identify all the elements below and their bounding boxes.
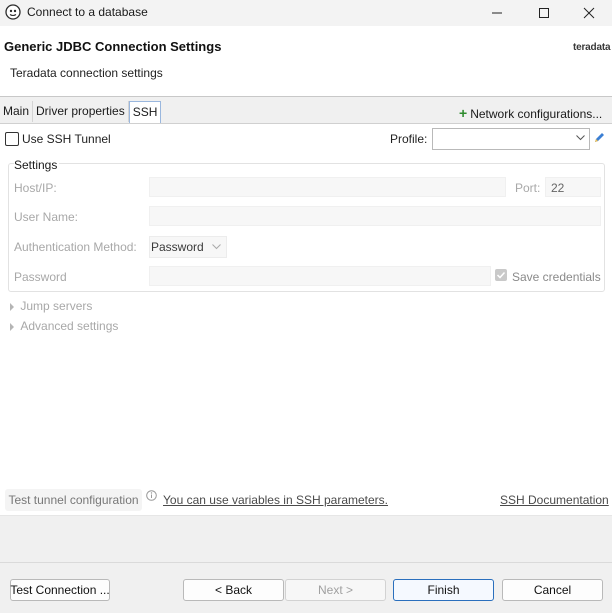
window-title: Connect to a database — [27, 5, 148, 19]
tab-main[interactable]: Main — [0, 101, 34, 122]
dialog-header — [0, 26, 612, 96]
chevron-down-icon — [212, 244, 221, 250]
port-value: 22 — [551, 181, 565, 195]
use-ssh-tunnel-checkbox[interactable] — [5, 132, 19, 146]
jump-servers-expander[interactable]: Jump servers — [10, 299, 92, 313]
user-name-input[interactable] — [149, 206, 601, 226]
password-input[interactable] — [149, 266, 491, 286]
tab-bar: Main Driver properties SSH — [0, 101, 162, 124]
plus-icon: + — [459, 105, 468, 121]
panel-divider — [0, 515, 612, 516]
auth-method-label: Authentication Method: — [14, 240, 137, 254]
host-label: Host/IP: — [14, 181, 57, 195]
finish-button[interactable]: Finish — [393, 579, 494, 601]
chevron-right-icon — [10, 322, 14, 331]
network-configurations-link[interactable]: + Network configurations... — [459, 105, 602, 121]
close-button[interactable] — [566, 0, 612, 26]
save-credentials-checkbox[interactable] — [495, 269, 507, 281]
host-input[interactable] — [149, 177, 506, 197]
network-configurations-label: Network configurations... — [470, 107, 603, 121]
settings-group-title: Settings — [14, 158, 60, 172]
dialog-subtitle: Teradata connection settings — [10, 66, 163, 80]
chevron-right-icon — [10, 302, 14, 311]
close-icon — [583, 7, 595, 19]
pencil-icon[interactable] — [593, 131, 605, 145]
maximize-icon — [539, 8, 549, 18]
back-button[interactable]: < Back — [183, 579, 284, 601]
user-name-label: User Name: — [14, 210, 79, 224]
advanced-settings-expander[interactable]: Advanced settings — [10, 319, 118, 333]
cancel-button[interactable]: Cancel — [502, 579, 603, 601]
dialog-title: Generic JDBC Connection Settings — [4, 39, 222, 54]
next-button[interactable]: Next > — [285, 579, 386, 601]
ssh-documentation-link[interactable]: SSH Documentation — [500, 493, 609, 507]
auth-method-value: Password — [151, 240, 204, 254]
profile-select[interactable] — [432, 128, 590, 150]
minimize-icon — [492, 12, 502, 14]
profile-label: Profile: — [390, 132, 428, 146]
password-label: Password — [14, 270, 67, 284]
use-ssh-tunnel-label: Use SSH Tunnel — [22, 132, 111, 146]
brand-logo: teradata — [573, 42, 611, 53]
test-tunnel-button[interactable]: Test tunnel configuration — [5, 489, 142, 511]
dbeaver-icon — [5, 4, 21, 20]
jump-servers-label: Jump servers — [20, 299, 93, 313]
tab-driver-properties[interactable]: Driver properties — [33, 101, 129, 122]
check-icon — [496, 271, 506, 279]
maximize-button[interactable] — [521, 0, 567, 26]
minimize-button[interactable] — [474, 0, 520, 26]
info-icon — [146, 490, 157, 504]
port-label: Port: — [515, 181, 541, 195]
ssh-variables-link[interactable]: You can use variables in SSH parameters. — [163, 493, 388, 507]
tab-ssh[interactable]: SSH — [128, 101, 162, 124]
save-credentials-label: Save credentials — [512, 270, 601, 284]
advanced-settings-label: Advanced settings — [20, 319, 119, 333]
chevron-down-icon — [576, 135, 585, 141]
test-connection-button[interactable]: Test Connection ... — [10, 579, 110, 601]
